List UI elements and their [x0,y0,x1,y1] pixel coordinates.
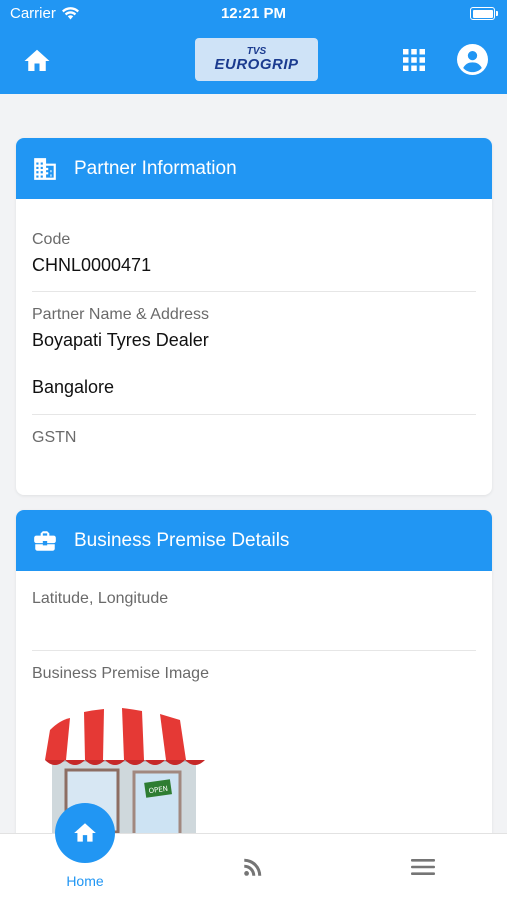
app-bar: TVS EUROGRIP [0,28,507,94]
gstn-field: GSTN [32,415,476,447]
logo-bottom-text: EUROGRIP [214,55,299,73]
battery-icon [470,7,498,20]
nav-home-label[interactable]: Home [55,873,115,889]
code-label: Code [32,231,71,248]
building-icon [34,157,56,180]
nav-home-button[interactable] [55,803,115,863]
briefcase-icon [34,530,56,551]
home-icon[interactable] [22,46,52,76]
partner-name-value: Boyapati Tyres Dealer [32,330,209,350]
partner-name-label: Partner Name & Address [32,306,209,323]
clock: 12:21 PM [220,5,287,22]
code-value: CHNL0000471 [32,255,152,275]
premise-image-label: Business Premise Image [32,665,209,682]
code-field: Code CHNL0000471 [32,199,476,292]
home-icon [74,823,96,842]
status-bar: Carrier 12:21 PM [0,0,507,28]
partner-name-field: Partner Name & Address Boyapati Tyres De… [32,292,476,415]
rss-feed-icon[interactable] [242,856,264,878]
premise-card-header: Business Premise Details [16,510,492,571]
hamburger-menu-icon[interactable] [411,857,435,877]
logo-top-text: TVS [246,45,267,57]
latlng-label: Latitude, Longitude [32,590,169,607]
partner-card-header: Partner Information [16,138,492,199]
partner-card-title: Partner Information [74,157,237,179]
gstn-label: GSTN [32,429,77,446]
premise-card-title: Business Premise Details [74,529,290,551]
apps-grid-icon[interactable] [402,48,426,72]
partner-information-card: Partner Information Code CHNL0000471 Par… [16,138,492,495]
account-circle-icon[interactable] [457,44,488,75]
premise-image-field: Business Premise Image [32,651,476,683]
brand-logo: TVS EUROGRIP [195,38,318,81]
partner-address-value: Bangalore [32,377,115,397]
latlng-field: Latitude, Longitude [32,571,476,651]
